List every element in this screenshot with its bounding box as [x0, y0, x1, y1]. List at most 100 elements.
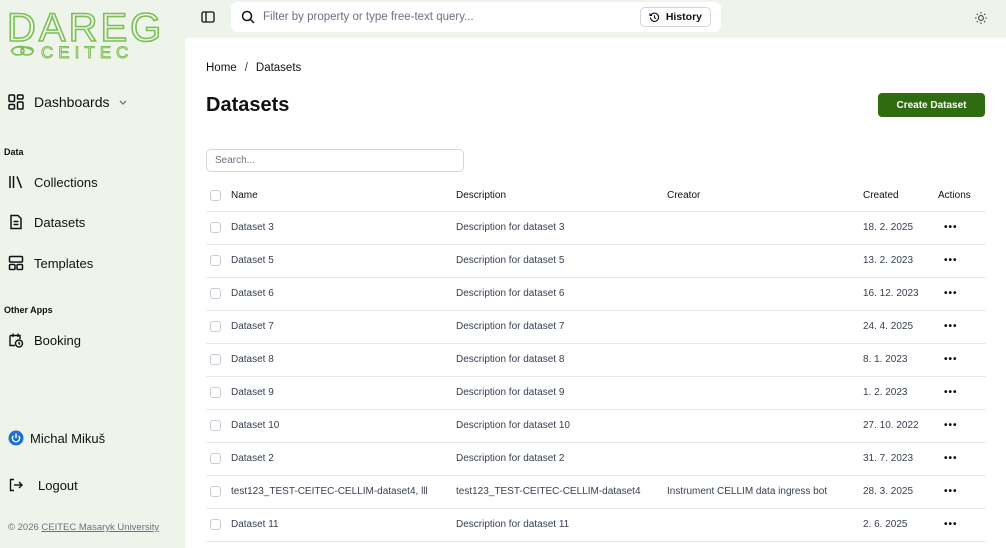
cell-name[interactable]: Dataset 2	[231, 442, 456, 476]
row-actions-menu-icon[interactable]: •••	[938, 486, 958, 497]
user-menu[interactable]: Michal Mikuš	[8, 424, 105, 452]
sidebar-item-templates[interactable]: Templates	[8, 249, 93, 277]
row-checkbox[interactable]	[210, 452, 221, 464]
row-actions-cell: •••	[938, 277, 986, 311]
cell-created: 8. 1. 2023	[863, 343, 938, 377]
cell-creator	[667, 244, 863, 278]
table-header-row: Name Description Creator Created Actions	[206, 181, 986, 212]
cell-description: Description for dataset 5	[456, 244, 667, 278]
logout-button[interactable]: Logout	[8, 471, 78, 499]
cell-created: 16. 12. 2023	[863, 277, 938, 311]
sidebar-item-collections[interactable]: Collections	[8, 168, 98, 196]
global-search-input[interactable]	[263, 11, 623, 23]
cell-created: 13. 2. 2023	[863, 244, 938, 278]
row-actions-menu-icon[interactable]: •••	[938, 354, 958, 365]
cell-name[interactable]: Dataset 11	[231, 508, 456, 542]
dashboard-grid-icon	[8, 94, 24, 110]
template-layout-icon	[8, 255, 24, 271]
table-row[interactable]: Dataset 7 Description for dataset 7 24. 4.…	[206, 310, 986, 344]
sun-icon[interactable]	[974, 11, 988, 25]
row-actions-menu-icon[interactable]: •••	[938, 420, 958, 431]
row-actions-menu-icon[interactable]: •••	[938, 387, 958, 398]
row-actions-menu-icon[interactable]: •••	[938, 519, 958, 530]
table-row[interactable]: Dataset 5 Description for dataset 5 13. 2.…	[206, 244, 986, 278]
row-checkbox[interactable]	[210, 518, 221, 530]
top-bar: History	[185, 0, 1006, 38]
cell-creator	[667, 442, 863, 476]
cell-created: 24. 4. 2025	[863, 310, 938, 344]
breadcrumb-home[interactable]: Home	[206, 62, 237, 74]
row-checkbox[interactable]	[210, 353, 221, 365]
library-icon	[8, 174, 24, 190]
cell-description: Description for dataset 7	[456, 310, 667, 344]
row-select-cell	[206, 475, 231, 509]
cell-name[interactable]: Dataset 7	[231, 310, 456, 344]
cell-name[interactable]: Dataset 10	[231, 409, 456, 443]
section-label-other-apps: Other Apps	[4, 305, 53, 315]
sidebar-item-label: Booking	[34, 332, 81, 348]
cell-creator	[667, 508, 863, 542]
cell-description: Description for dataset 10	[456, 409, 667, 443]
row-checkbox[interactable]	[210, 419, 221, 431]
logout-label: Logout	[38, 477, 78, 493]
cell-creator	[667, 211, 863, 245]
history-label: History	[665, 11, 702, 23]
header-created[interactable]: Created	[863, 181, 938, 212]
row-actions-menu-icon[interactable]: •••	[938, 222, 958, 233]
row-checkbox[interactable]	[210, 320, 221, 332]
cell-name[interactable]: Dataset 6	[231, 277, 456, 311]
dataset-search-input[interactable]	[206, 149, 464, 172]
row-checkbox[interactable]	[210, 386, 221, 398]
table-row[interactable]: Dataset 2 Description for dataset 2 31. 7.…	[206, 442, 986, 476]
cell-description: Description for dataset 2	[456, 442, 667, 476]
datasets-table: Name Description Creator Created Actions…	[206, 181, 986, 542]
dareg-ceitec-logo[interactable]: DAREG CEITEC	[6, 5, 171, 62]
cell-name[interactable]: Dataset 8	[231, 343, 456, 377]
table-row[interactable]: Dataset 8 Description for dataset 8 8. 1. …	[206, 343, 986, 377]
cell-description: Description for dataset 8	[456, 343, 667, 377]
header-creator[interactable]: Creator	[667, 181, 863, 212]
cell-name[interactable]: Dataset 3	[231, 211, 456, 245]
row-checkbox[interactable]	[210, 221, 221, 233]
power-icon	[8, 430, 24, 446]
sidebar-item-datasets[interactable]: Datasets	[8, 208, 85, 236]
sidebar-item-label: Datasets	[34, 214, 86, 230]
row-select-cell	[206, 244, 231, 278]
cell-name[interactable]: Dataset 9	[231, 376, 456, 410]
row-actions-menu-icon[interactable]: •••	[938, 321, 958, 332]
table-row[interactable]: Dataset 11 Description for dataset 11 2. 6…	[206, 508, 986, 542]
cell-description: Description for dataset 11	[456, 508, 667, 542]
sidebar-item-dashboards[interactable]: Dashboards	[8, 88, 128, 116]
table-row[interactable]: Dataset 9 Description for dataset 9 1. 2. …	[206, 376, 986, 410]
chevron-down-icon	[118, 97, 128, 107]
search-icon	[241, 10, 255, 24]
cell-name[interactable]: Dataset 5	[231, 244, 456, 278]
row-actions-menu-icon[interactable]: •••	[938, 288, 958, 299]
select-all-checkbox[interactable]	[210, 190, 221, 202]
sidebar-item-label: Collections	[34, 174, 98, 190]
table-row[interactable]: Dataset 6 Description for dataset 6 16. 12…	[206, 277, 986, 311]
row-actions-cell: •••	[938, 409, 986, 443]
create-dataset-button[interactable]: Create Dataset	[878, 93, 985, 117]
header-description[interactable]: Description	[456, 181, 667, 212]
row-actions-menu-icon[interactable]: •••	[938, 255, 958, 266]
sidebar-item-booking[interactable]: Booking	[8, 326, 81, 354]
footer-link[interactable]: CEITEC Masaryk University	[41, 522, 159, 533]
logo-mark-icon	[10, 45, 35, 56]
row-checkbox[interactable]	[210, 485, 221, 497]
table-row[interactable]: Dataset 10 Description for dataset 10 27. …	[206, 409, 986, 443]
cell-description: Description for dataset 6	[456, 277, 667, 311]
page-title: Datasets	[206, 94, 290, 116]
cell-name[interactable]: test123_TEST-CEITEC-CELLIM-dataset4, lll	[231, 475, 456, 509]
history-button[interactable]: History	[639, 7, 711, 27]
row-checkbox[interactable]	[210, 287, 221, 299]
header-name[interactable]: Name	[231, 181, 456, 212]
table-row[interactable]: Dataset 3 Description for dataset 3 18. 2.…	[206, 211, 986, 245]
table-row[interactable]: test123_TEST-CEITEC-CELLIM-dataset4, lll…	[206, 475, 986, 509]
row-actions-menu-icon[interactable]: •••	[938, 453, 958, 464]
row-select-cell	[206, 508, 231, 542]
sidebar-toggle-icon[interactable]	[201, 10, 215, 24]
row-checkbox[interactable]	[210, 254, 221, 266]
row-select-cell	[206, 211, 231, 245]
breadcrumb-separator: /	[244, 62, 248, 74]
